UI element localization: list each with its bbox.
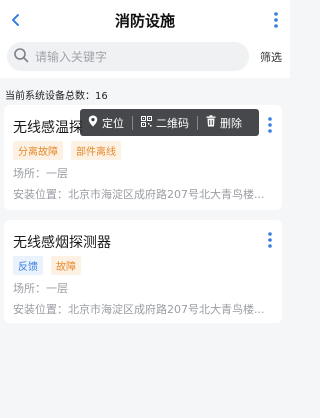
location-pin-icon	[88, 115, 98, 130]
page-title: 消防设施	[114, 11, 175, 30]
card-action-menu: 定位 二维码 删除	[80, 109, 259, 136]
device-address: 安装位置：北京市海淀区成府路207号北大青鸟楼...	[13, 303, 265, 316]
qrcode-icon	[141, 115, 152, 130]
status-badge: 故障	[51, 256, 81, 275]
locate-label: 定位	[102, 116, 124, 130]
search-field[interactable]	[7, 42, 249, 71]
search-icon	[13, 47, 29, 67]
device-name: 无线感烟探测器	[13, 235, 111, 251]
device-count-value: 16	[95, 91, 108, 102]
device-count: 当前系统设备总数：16	[5, 87, 108, 102]
device-location: 场所：一层	[13, 282, 68, 295]
tag-list: 分离故障 部件离线	[13, 141, 121, 160]
filter-button[interactable]: 筛选	[260, 49, 282, 65]
status-badge: 部件离线	[71, 141, 121, 160]
delete-button[interactable]: 删除	[198, 109, 250, 136]
device-name: 无线感温探	[13, 120, 83, 136]
more-vertical-icon[interactable]	[266, 230, 274, 250]
search-bar: 筛选	[0, 40, 290, 78]
more-vertical-icon[interactable]	[266, 115, 274, 135]
tag-list: 反馈 故障	[13, 256, 81, 275]
device-card[interactable]: 无线感烟探测器 反馈 故障 场所：一层 安装位置：北京市海淀区成府路207号北大…	[4, 220, 282, 323]
device-address: 安装位置：北京市海淀区成府路207号北大青鸟楼...	[13, 188, 265, 201]
search-input[interactable]	[35, 49, 225, 64]
status-badge: 反馈	[13, 256, 43, 275]
qrcode-label: 二维码	[156, 116, 189, 130]
trash-icon	[206, 115, 216, 130]
status-badge: 分离故障	[13, 141, 63, 160]
qrcode-button[interactable]: 二维码	[133, 109, 197, 136]
device-count-label: 当前系统设备总数：	[5, 91, 95, 102]
device-location: 场所：一层	[13, 167, 68, 180]
locate-button[interactable]: 定位	[80, 109, 132, 136]
delete-label: 删除	[220, 116, 242, 130]
more-vertical-icon[interactable]	[268, 8, 284, 32]
app-header: 消防设施	[0, 0, 290, 40]
chevron-left-icon[interactable]	[4, 8, 28, 32]
